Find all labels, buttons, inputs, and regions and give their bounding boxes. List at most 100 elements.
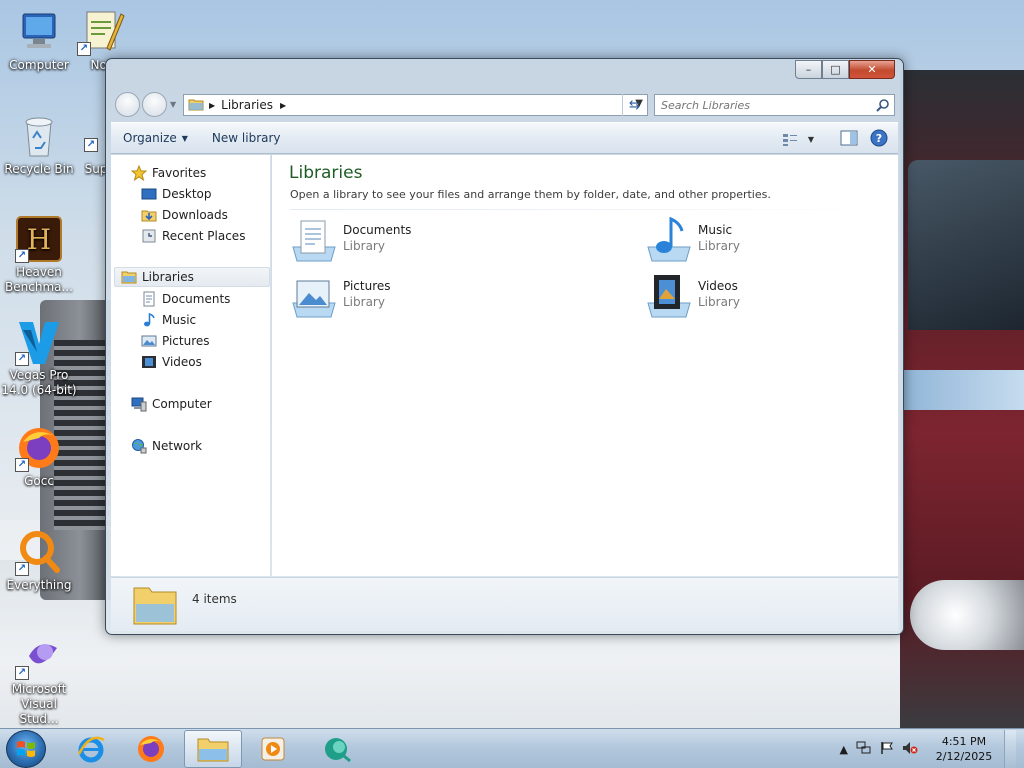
- media-player-icon: [261, 737, 285, 761]
- page-description: Open a library to see your files and arr…: [290, 188, 771, 201]
- nav-label: Network: [152, 439, 203, 453]
- explorer-window: – □ ✕ ▼ ▶ Libraries ▶ ▼ ⇆ Organize ▼ New…: [105, 58, 904, 635]
- pictures-icon: [141, 333, 157, 349]
- network-tray-icon[interactable]: [856, 741, 872, 758]
- nav-item-documents[interactable]: Documents: [141, 289, 230, 309]
- page-title: Libraries: [289, 163, 363, 183]
- nav-item-desktop[interactable]: Desktop: [141, 184, 212, 204]
- desktop-icon-everything[interactable]: ↗ Everything: [0, 528, 78, 593]
- search-icon[interactable]: [876, 98, 890, 115]
- recent-pages-dropdown-icon[interactable]: ▼: [170, 100, 176, 109]
- organize-button[interactable]: Organize ▼: [111, 131, 200, 145]
- network-icon: [131, 438, 147, 454]
- desktop-icon-heaven[interactable]: H ↗ Heaven Benchma...: [0, 215, 78, 295]
- forward-button[interactable]: [142, 92, 167, 117]
- nav-libraries[interactable]: Libraries: [114, 267, 270, 287]
- computer-icon: [131, 396, 147, 412]
- address-bar[interactable]: ▶ Libraries ▶ ▼: [183, 94, 648, 116]
- nav-label: Recent Places: [162, 229, 246, 243]
- app-icon: [325, 738, 351, 763]
- nav-network[interactable]: Network: [131, 436, 202, 456]
- nav-item-music[interactable]: Music: [141, 310, 196, 330]
- help-button[interactable]: ?: [870, 129, 888, 150]
- chevron-right-icon[interactable]: ▶: [209, 101, 215, 110]
- desktop-icon-firefox[interactable]: ↗ Gocc: [0, 424, 78, 489]
- taskbar-file-explorer[interactable]: [184, 730, 242, 768]
- new-library-button[interactable]: New library: [200, 131, 293, 145]
- search-input[interactable]: [661, 98, 871, 112]
- taskbar-app[interactable]: [308, 730, 366, 768]
- library-type: Library: [698, 295, 740, 309]
- maximize-button[interactable]: □: [822, 60, 849, 79]
- refresh-icon: ⇆: [629, 97, 640, 113]
- desktop-icon-label: Computer: [9, 58, 69, 72]
- organize-label: Organize: [123, 131, 177, 145]
- desktop-icon-label: Heaven Benchma...: [5, 265, 73, 294]
- desktop-icon-label: Gocc: [24, 474, 54, 488]
- action-center-flag-icon[interactable]: [880, 741, 894, 758]
- nav-label: Desktop: [162, 187, 212, 201]
- search-box[interactable]: [654, 94, 895, 116]
- notepad-plus-icon: ↗: [77, 8, 125, 56]
- taskbar-internet-explorer[interactable]: [62, 730, 120, 768]
- preview-pane-button[interactable]: [840, 130, 858, 149]
- minimize-button[interactable]: –: [795, 60, 822, 79]
- volume-muted-icon[interactable]: [902, 741, 918, 758]
- recycle-bin-icon: [15, 112, 63, 160]
- desktop-icon-recycle-bin[interactable]: Recycle Bin: [0, 112, 78, 177]
- desktop-icon-computer[interactable]: Computer: [0, 8, 78, 73]
- navigation-buttons: ▼: [115, 92, 176, 117]
- music-icon: [141, 312, 157, 328]
- libraries-icon: [121, 269, 137, 285]
- desktop-icon-label: Vegas Pro 14.0 (64-bit): [1, 368, 77, 397]
- library-tile-videos[interactable]: Videos Library: [644, 273, 740, 321]
- desktop-icon-label: Recycle Bin: [4, 162, 74, 176]
- documents-library-icon: [289, 217, 339, 265]
- file-explorer-icon: [197, 738, 229, 762]
- pictures-library-icon: [289, 273, 339, 321]
- downloads-icon: [141, 207, 157, 223]
- library-type: Library: [343, 295, 385, 309]
- internet-explorer-icon: [77, 736, 105, 763]
- close-button[interactable]: ✕: [849, 60, 895, 79]
- nav-label: Pictures: [162, 334, 210, 348]
- details-pane: 4 items: [111, 577, 898, 631]
- nav-item-recent-places[interactable]: Recent Places: [141, 226, 245, 246]
- nav-computer[interactable]: Computer: [131, 394, 212, 414]
- visual-studio-icon: ↗: [15, 632, 63, 680]
- nav-favorites[interactable]: Favorites: [130, 163, 206, 183]
- heaven-benchmark-icon: H ↗: [15, 215, 63, 263]
- nav-item-pictures[interactable]: Pictures: [141, 331, 210, 351]
- chevron-right-icon[interactable]: ▶: [280, 101, 286, 110]
- refresh-button[interactable]: ⇆: [622, 94, 646, 116]
- library-name: Videos: [698, 279, 738, 293]
- taskbar-media-player[interactable]: [244, 730, 302, 768]
- svg-text:?: ?: [876, 132, 882, 145]
- library-tile-documents[interactable]: Documents Library: [289, 217, 411, 265]
- back-button[interactable]: [115, 92, 140, 117]
- desktop-icon-vegas[interactable]: ↗ Vegas Pro 14.0 (64-bit): [0, 318, 78, 398]
- folder-icon: [188, 97, 204, 114]
- library-name: Music: [698, 223, 733, 237]
- everything-icon: ↗: [15, 528, 63, 576]
- nav-item-videos[interactable]: Videos: [141, 352, 202, 372]
- star-icon: [130, 164, 148, 182]
- clock[interactable]: 4:51 PM 2/12/2025: [932, 734, 996, 764]
- show-desktop-button[interactable]: [1004, 730, 1016, 768]
- taskbar-firefox[interactable]: [122, 730, 180, 768]
- vegas-pro-icon: ↗: [15, 318, 63, 366]
- start-button[interactable]: [6, 730, 46, 768]
- recent-places-icon: [141, 228, 157, 244]
- nav-item-downloads[interactable]: Downloads: [141, 205, 228, 225]
- library-tile-music[interactable]: Music Library: [644, 216, 740, 265]
- windows-logo-icon: [17, 741, 35, 757]
- library-tile-pictures[interactable]: Pictures Library: [289, 273, 391, 321]
- library-name: Pictures: [343, 279, 391, 293]
- nav-label: Documents: [162, 292, 231, 306]
- library-type: Library: [698, 239, 740, 253]
- desktop-icon-visual-studio[interactable]: ↗ Microsoft Visual Stud...: [0, 632, 78, 727]
- nav-label: Computer: [152, 397, 212, 411]
- address-path[interactable]: Libraries: [221, 98, 273, 112]
- show-hidden-icons-icon[interactable]: ▲: [840, 743, 848, 756]
- view-options-button[interactable]: ▼: [782, 133, 814, 147]
